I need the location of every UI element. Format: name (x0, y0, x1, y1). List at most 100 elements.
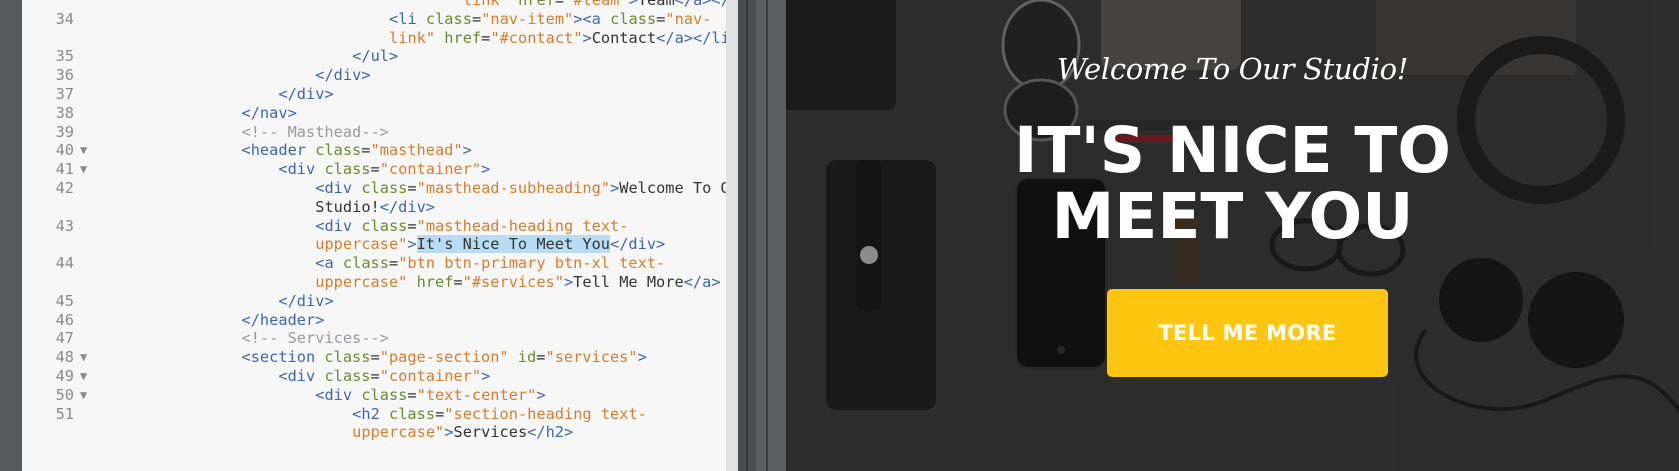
code-line[interactable]: 37 </div> (22, 84, 726, 104)
code-token: <div (315, 216, 362, 235)
code-line[interactable]: 45 </div> (22, 291, 726, 311)
code-token: = (370, 160, 380, 179)
code-line[interactable]: uppercase">It's Nice To Meet You</div> (22, 234, 726, 254)
left-gutter (0, 0, 22, 471)
code-token: > (582, 28, 592, 47)
code-token: </ul> (352, 47, 399, 66)
code-token: <a (315, 254, 343, 273)
code-line[interactable]: uppercase">Services</h2> (22, 422, 726, 442)
code-token: = (435, 404, 445, 423)
code-token: </div> (278, 291, 334, 310)
code-token: class (361, 216, 408, 235)
code-line[interactable]: 44 <a class="btn btn-primary btn-xl text- (22, 253, 726, 273)
code-line[interactable]: 50 ▼ <div class="text-center"> (22, 385, 726, 405)
code-token: href (518, 0, 555, 9)
pane-splitter[interactable] (738, 0, 756, 471)
line-number: 49 (55, 367, 74, 385)
code-line[interactable]: uppercase" href="#services">Tell Me More… (22, 272, 726, 292)
code-token: class (361, 179, 408, 197)
code-token: </div> (610, 235, 666, 254)
code-line[interactable]: 49 ▼ <div class="container"> (22, 366, 726, 386)
line-number: 42 (55, 179, 74, 197)
fold-arrow-icon[interactable]: ▼ (80, 366, 87, 386)
code-token: </header> (241, 310, 325, 329)
code-line[interactable]: 48 ▼ <section class="page-section" id="ser… (22, 347, 726, 367)
code-token: Studio! (315, 197, 380, 216)
code-token: > (637, 348, 647, 367)
code-text: uppercase">Services</h2> (352, 422, 573, 442)
line-number: 43 (55, 216, 74, 235)
code-line[interactable]: link" href="#contact">Contact</a></li> (22, 28, 726, 48)
code-text: <!-- Services--> (242, 328, 389, 348)
code-token: <li (389, 9, 426, 28)
code-token: <div (278, 367, 325, 385)
code-token: Welcome To Our (619, 179, 726, 197)
code-token: <div (278, 160, 325, 179)
editor-scrollbar[interactable] (726, 0, 738, 471)
code-token: > (481, 160, 491, 179)
code-token: > (462, 141, 472, 160)
code-text: </div> (315, 65, 370, 85)
code-line[interactable]: 47 <!-- Services--> (22, 328, 726, 348)
code-token: > (407, 235, 417, 254)
code-line[interactable]: 34 <li class="nav-item"><a class="nav- (22, 9, 726, 29)
code-line[interactable]: 38 </nav> (22, 103, 726, 123)
code-text: <div class="container"> (278, 366, 490, 386)
code-text: <li class="nav-item"><a class="nav- (389, 9, 711, 29)
code-text: </div> (278, 291, 333, 311)
code-token: </nav> (241, 103, 297, 122)
code-line[interactable]: 39 <!-- Masthead--> (22, 122, 726, 142)
code-token: "section-heading text- (444, 404, 647, 423)
code-token: = (407, 385, 417, 404)
code-token: class (324, 367, 371, 385)
code-text: </div> (278, 84, 333, 104)
line-number: 39 (55, 122, 74, 141)
code-text: <h2 class="section-heading text- (352, 404, 647, 424)
fold-arrow-icon[interactable]: ▼ (80, 385, 87, 405)
code-token: "masthead-subheading" (416, 179, 611, 197)
fold-arrow-icon[interactable]: ▼ (80, 347, 87, 367)
fold-arrow-icon[interactable]: ▼ (80, 140, 87, 160)
code-line[interactable]: 35 </ul> (22, 46, 726, 66)
code-token: "container" (379, 160, 482, 179)
code-token: = (471, 9, 482, 28)
code-line[interactable]: 36 </div> (22, 65, 726, 85)
code-editor[interactable]: link" href="#team">Team</a></li>34<li cl… (22, 0, 726, 471)
line-number: 46 (55, 310, 74, 329)
code-token: Contact (591, 28, 657, 47)
code-token: > (610, 179, 620, 197)
code-token: uppercase" (315, 235, 408, 254)
code-text: uppercase" href="#services">Tell Me More… (315, 272, 720, 292)
selected-text: It's Nice To Meet You (416, 235, 610, 254)
code-token: = (656, 9, 666, 28)
code-token: "#team" (564, 0, 629, 9)
code-token: class (324, 160, 371, 179)
code-text: <section class="page-section" id="servic… (242, 347, 647, 367)
code-token: "text-center" (416, 385, 537, 404)
line-number: 41 (55, 160, 74, 179)
code-line[interactable]: 43 <div class="masthead-heading text- (22, 216, 726, 236)
code-line[interactable]: Studio!</div> (22, 197, 726, 217)
code-token: <section (241, 348, 325, 367)
code-token: "#contact" (490, 28, 583, 47)
line-number: 36 (55, 66, 74, 85)
code-line[interactable]: 40 ▼ <header class="masthead"> (22, 140, 726, 160)
code-token: <h2 (352, 404, 389, 423)
fold-arrow-icon[interactable]: ▼ (80, 159, 87, 179)
code-token: class (324, 348, 371, 367)
code-line[interactable]: 42 <div class="masthead-subheading">Welco… (22, 178, 726, 198)
line-number: 37 (55, 85, 74, 103)
code-token: "page-section" (379, 348, 518, 367)
code-token: class (389, 404, 436, 423)
code-text: <a class="btn btn-primary btn-xl text- (315, 253, 665, 273)
code-line[interactable]: 51 <h2 class="section-heading text- (22, 404, 726, 424)
code-token: > (481, 367, 491, 385)
code-line[interactable]: 46 </header> (22, 310, 726, 330)
code-token: = (407, 179, 417, 197)
code-token: class (610, 9, 657, 28)
tell-me-more-button[interactable]: TELL ME MORE (1107, 289, 1388, 377)
code-text: <header class="masthead"> (242, 140, 472, 160)
code-line[interactable]: 41 ▼ <div class="container"> (22, 159, 726, 179)
code-token: class (315, 141, 362, 160)
code-token: = (407, 216, 417, 235)
